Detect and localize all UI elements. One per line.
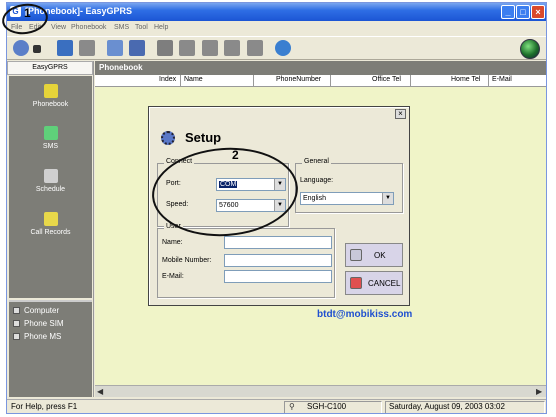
- ok-button-label: OK: [374, 251, 386, 260]
- col-name[interactable]: Name: [184, 76, 203, 83]
- location-phone-ms[interactable]: Phone MS: [13, 332, 61, 341]
- maximize-button[interactable]: □: [516, 5, 530, 19]
- col-email[interactable]: E-Mail: [492, 76, 512, 83]
- main-title: Phonebook: [95, 61, 546, 75]
- globe-icon: [520, 39, 540, 59]
- general-group: General Language: English ▼: [295, 158, 403, 213]
- sim-icon: [13, 320, 20, 327]
- location-computer-label: Computer: [24, 306, 60, 315]
- computer-icon: [13, 307, 20, 314]
- col-index[interactable]: Index: [159, 76, 176, 83]
- email-label: E-Mail:: [162, 273, 184, 280]
- status-help: For Help, press F1: [11, 402, 78, 411]
- mobile-number-input[interactable]: [224, 254, 332, 267]
- ok-icon: [350, 249, 362, 261]
- menu-bar: File Edit View Phonebook SMS Tool Help: [7, 22, 546, 35]
- sms-tool-icon[interactable]: [79, 40, 95, 56]
- col-separator: [488, 75, 489, 87]
- import-tool-icon[interactable]: [202, 40, 218, 56]
- sidebar-header: EasyGPRS: [7, 61, 93, 75]
- col-separator: [410, 75, 411, 87]
- schedule-icon: [43, 169, 58, 183]
- export-tool-icon[interactable]: [224, 40, 240, 56]
- status-bar: For Help, press F1 ⚲ SGH-C100 Saturday, …: [7, 399, 546, 413]
- col-office-tel[interactable]: Office Tel: [372, 76, 401, 83]
- contact-tool-icon[interactable]: [107, 40, 123, 56]
- call-records-icon: [43, 212, 58, 226]
- col-phonenumber[interactable]: PhoneNumber: [276, 76, 321, 83]
- minimize-button[interactable]: _: [501, 5, 515, 19]
- col-separator: [180, 75, 181, 87]
- menu-tool[interactable]: Tool: [135, 24, 148, 31]
- language-select[interactable]: English ▼: [300, 192, 394, 205]
- annotation-label-2: 2: [232, 148, 239, 162]
- dialog-title: Setup: [185, 130, 222, 145]
- col-separator: [253, 75, 254, 87]
- language-value: English: [303, 195, 326, 202]
- sms-icon: [43, 126, 58, 140]
- scroll-left-icon[interactable]: ◀: [97, 387, 103, 396]
- gear-icon: [161, 131, 175, 145]
- nav-sms-label: SMS: [42, 143, 59, 150]
- device-icon: ⚲: [289, 402, 295, 411]
- watermark: btdt@mobikiss.com: [317, 309, 413, 320]
- find-tool-icon[interactable]: [179, 40, 195, 56]
- menu-phonebook[interactable]: Phonebook: [71, 24, 106, 31]
- location-phone-sim-label: Phone SIM: [24, 319, 64, 328]
- sidebar: EasyGPRS Phonebook SMS Schedule Call Rec…: [7, 61, 94, 397]
- language-label: Language:: [300, 177, 334, 184]
- annotation-label-1: 1: [24, 6, 31, 20]
- nav-phonebook-label: Phonebook: [32, 101, 69, 108]
- phone-icon: [13, 333, 20, 340]
- scroll-right-icon[interactable]: ▶: [536, 387, 542, 396]
- sync-tool-icon[interactable]: [247, 40, 263, 56]
- nav-call-records[interactable]: Call Records: [9, 212, 92, 236]
- close-button[interactable]: ×: [531, 5, 545, 19]
- nav-schedule[interactable]: Schedule: [9, 169, 92, 193]
- edit-tool-icon[interactable]: [157, 40, 173, 56]
- cancel-button-label: CANCEL: [368, 279, 401, 288]
- nav-sms[interactable]: SMS: [9, 126, 92, 150]
- user-group: User Name: Mobile Number: E-Mail:: [157, 223, 335, 298]
- location-computer[interactable]: Computer: [13, 306, 59, 315]
- menu-view[interactable]: View: [51, 24, 66, 31]
- col-home-tel[interactable]: Home Tel: [451, 76, 480, 83]
- dropdown-arrow-icon[interactable]: [33, 45, 41, 53]
- connect-tool-icon[interactable]: [13, 40, 29, 56]
- col-separator: [330, 75, 331, 87]
- status-device: SGH-C100: [307, 402, 347, 411]
- column-header-row: Index Name PhoneNumber Office Tel Home T…: [95, 75, 546, 87]
- email-input[interactable]: [224, 270, 332, 283]
- general-legend: General: [302, 158, 331, 165]
- horizontal-scrollbar[interactable]: ◀ ▶: [95, 385, 546, 397]
- nav-phonebook[interactable]: Phonebook: [9, 84, 92, 108]
- cancel-icon: [350, 277, 362, 289]
- name-input[interactable]: [224, 236, 332, 249]
- web-tool-icon[interactable]: [275, 40, 291, 56]
- print-tool-icon[interactable]: [129, 40, 145, 56]
- menu-help[interactable]: Help: [154, 24, 168, 31]
- menu-sms[interactable]: SMS: [114, 24, 129, 31]
- status-datetime: Saturday, August 09, 2003 03:02: [389, 402, 505, 411]
- location-panel: Computer Phone SIM Phone MS: [9, 300, 92, 397]
- nav-call-records-label: Call Records: [30, 229, 71, 236]
- location-phone-ms-label: Phone MS: [24, 332, 62, 341]
- cancel-button[interactable]: CANCEL: [345, 271, 403, 295]
- chevron-down-icon[interactable]: ▼: [382, 193, 393, 204]
- dialog-close-button[interactable]: ×: [395, 109, 406, 119]
- ok-button[interactable]: OK: [345, 243, 403, 267]
- mobile-label: Mobile Number:: [162, 257, 212, 264]
- location-phone-sim[interactable]: Phone SIM: [13, 319, 64, 328]
- phonebook-tool-icon[interactable]: [57, 40, 73, 56]
- sidebar-nav: Phonebook SMS Schedule Call Records: [9, 76, 92, 298]
- phonebook-icon: [43, 84, 58, 98]
- name-label: Name:: [162, 239, 183, 246]
- toolbar: [7, 36, 546, 60]
- title-bar: G [Phonebook]- EasyGPRS _ □ ×: [7, 3, 546, 21]
- nav-schedule-label: Schedule: [35, 186, 66, 193]
